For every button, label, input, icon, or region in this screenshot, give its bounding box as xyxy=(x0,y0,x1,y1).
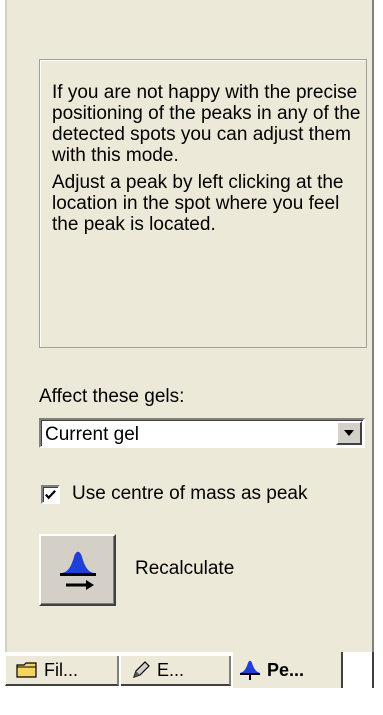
folder-icon xyxy=(16,661,38,679)
affect-gels-selected: Current gel xyxy=(45,424,139,445)
affect-gels-dropdown[interactable]: Current gel xyxy=(39,418,365,448)
peak-icon xyxy=(239,659,261,681)
info-paragraph-1: If you are not happy with the precise po… xyxy=(52,82,361,166)
tab-edit-label: E... xyxy=(157,659,185,680)
chevron-down-icon xyxy=(344,430,354,436)
info-box: If you are not happy with the precise po… xyxy=(39,59,367,348)
tab-files[interactable]: Fil... xyxy=(5,656,119,686)
tabbar-edge xyxy=(372,652,374,688)
checkmark-icon xyxy=(45,489,56,499)
panel-left-border xyxy=(5,0,7,652)
centre-of-mass-checkbox[interactable] xyxy=(41,484,60,504)
tab-edit[interactable]: E... xyxy=(121,656,231,686)
peak-arrow-icon xyxy=(59,551,96,590)
tab-files-label: Fil... xyxy=(44,659,78,680)
centre-of-mass-option[interactable]: Use centre of mass as peak xyxy=(41,482,308,506)
centre-of-mass-label: Use centre of mass as peak xyxy=(72,483,308,504)
mode-tabbar: Fil... E... Pe... xyxy=(0,652,383,715)
dropdown-arrow-button[interactable] xyxy=(336,421,362,445)
info-paragraph-2: Adjust a peak by left clicking at the lo… xyxy=(52,172,344,235)
pencil-icon xyxy=(131,660,151,680)
tab-peaks-label: Pe... xyxy=(267,659,305,680)
affect-gels-label: Affect these gels: xyxy=(39,386,185,407)
recalculate-button[interactable] xyxy=(39,534,116,606)
tab-peaks[interactable]: Pe... xyxy=(233,652,343,688)
peak-mode-panel: If you are not happy with the precise po… xyxy=(5,0,374,652)
recalculate-label: Recalculate xyxy=(135,558,235,579)
